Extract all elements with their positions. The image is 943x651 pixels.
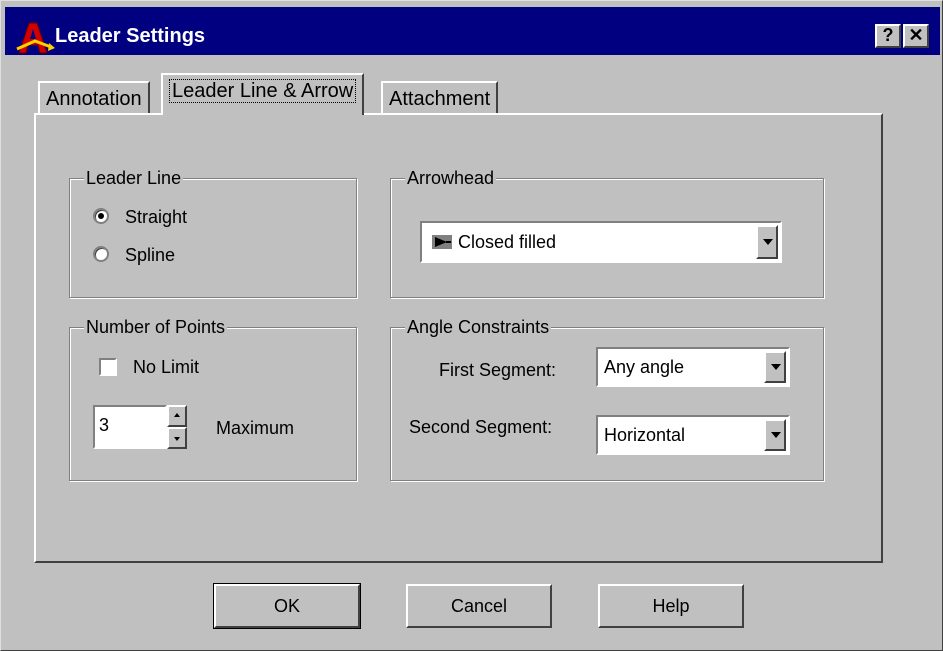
- cancel-button[interactable]: Cancel: [406, 584, 552, 628]
- context-help-button[interactable]: ?: [875, 24, 901, 48]
- arrowhead-group-title: Arrowhead: [405, 166, 497, 190]
- tab-attachment[interactable]: Attachment: [381, 81, 499, 113]
- tab-annotation[interactable]: Annotation: [38, 81, 150, 113]
- chevron-down-icon: [771, 432, 781, 438]
- first-segment-dropdown-button[interactable]: [764, 351, 786, 383]
- second-segment-value: Horizontal: [604, 425, 686, 445]
- chevron-down-icon: [771, 364, 781, 370]
- maximum-label: Maximum: [216, 418, 295, 438]
- number-of-points-group: Number of Points No Limit 3 Maximum: [69, 315, 357, 481]
- closed-filled-arrow-icon: [432, 235, 452, 249]
- first-segment-label: First Segment:: [439, 360, 557, 380]
- arrowhead-dropdown-button[interactable]: [756, 225, 778, 259]
- ok-button[interactable]: OK: [213, 583, 361, 629]
- straight-label[interactable]: Straight: [125, 205, 187, 229]
- spline-label[interactable]: Spline: [125, 243, 175, 267]
- help-button[interactable]: Help: [598, 584, 744, 628]
- close-button[interactable]: ✕: [903, 24, 929, 48]
- spline-radio[interactable]: [93, 246, 109, 262]
- autocad-app-icon: [16, 22, 55, 54]
- number-of-points-group-title: Number of Points: [84, 315, 228, 339]
- tab-attachment-label: Attachment: [389, 88, 491, 110]
- angle-constraints-group: Angle Constraints First Segment: Any ang…: [390, 315, 824, 481]
- spin-up-icon: [174, 413, 180, 417]
- no-limit-checkbox[interactable]: [99, 358, 117, 376]
- cancel-button-label: Cancel: [450, 596, 508, 616]
- leader-line-group-title: Leader Line: [84, 166, 184, 190]
- no-limit-label[interactable]: No Limit: [133, 355, 199, 379]
- ok-button-label: OK: [273, 596, 300, 616]
- chevron-down-icon: [763, 239, 773, 245]
- second-segment-dropdown-button[interactable]: [764, 419, 786, 451]
- spin-down-button[interactable]: [167, 427, 187, 449]
- first-segment-dropdown[interactable]: Any angle: [596, 347, 790, 387]
- arrowhead-group: Arrowhead Closed filled: [390, 166, 824, 298]
- title-bar[interactable]: Leader Settings ? ✕: [5, 7, 940, 55]
- angle-constraints-group-title: Angle Constraints: [405, 315, 552, 339]
- tab-panel: Leader Line Straight Spline Arrowhead Cl…: [34, 113, 883, 563]
- max-points-input[interactable]: 3: [93, 405, 167, 449]
- tab-leader-line-arrow-label: Leader Line & Arrow: [169, 79, 357, 103]
- straight-radio[interactable]: [93, 208, 109, 224]
- spin-up-button[interactable]: [167, 405, 187, 427]
- second-segment-dropdown[interactable]: Horizontal: [596, 415, 790, 455]
- leader-settings-dialog: Leader Settings ? ✕ Annotation Leader Li…: [0, 0, 943, 651]
- leader-line-group: Leader Line Straight Spline: [69, 166, 357, 298]
- arrowhead-dropdown[interactable]: Closed filled: [420, 221, 782, 263]
- arrowhead-value: Closed filled: [458, 232, 557, 252]
- window-title: Leader Settings: [55, 25, 206, 47]
- tab-leader-line-arrow[interactable]: Leader Line & Arrow: [161, 73, 365, 115]
- tab-annotation-label: Annotation: [46, 88, 142, 110]
- help-button-label: Help: [652, 596, 690, 616]
- second-segment-label: Second Segment:: [409, 417, 553, 437]
- first-segment-value: Any angle: [604, 357, 685, 377]
- spin-down-icon: [174, 437, 180, 441]
